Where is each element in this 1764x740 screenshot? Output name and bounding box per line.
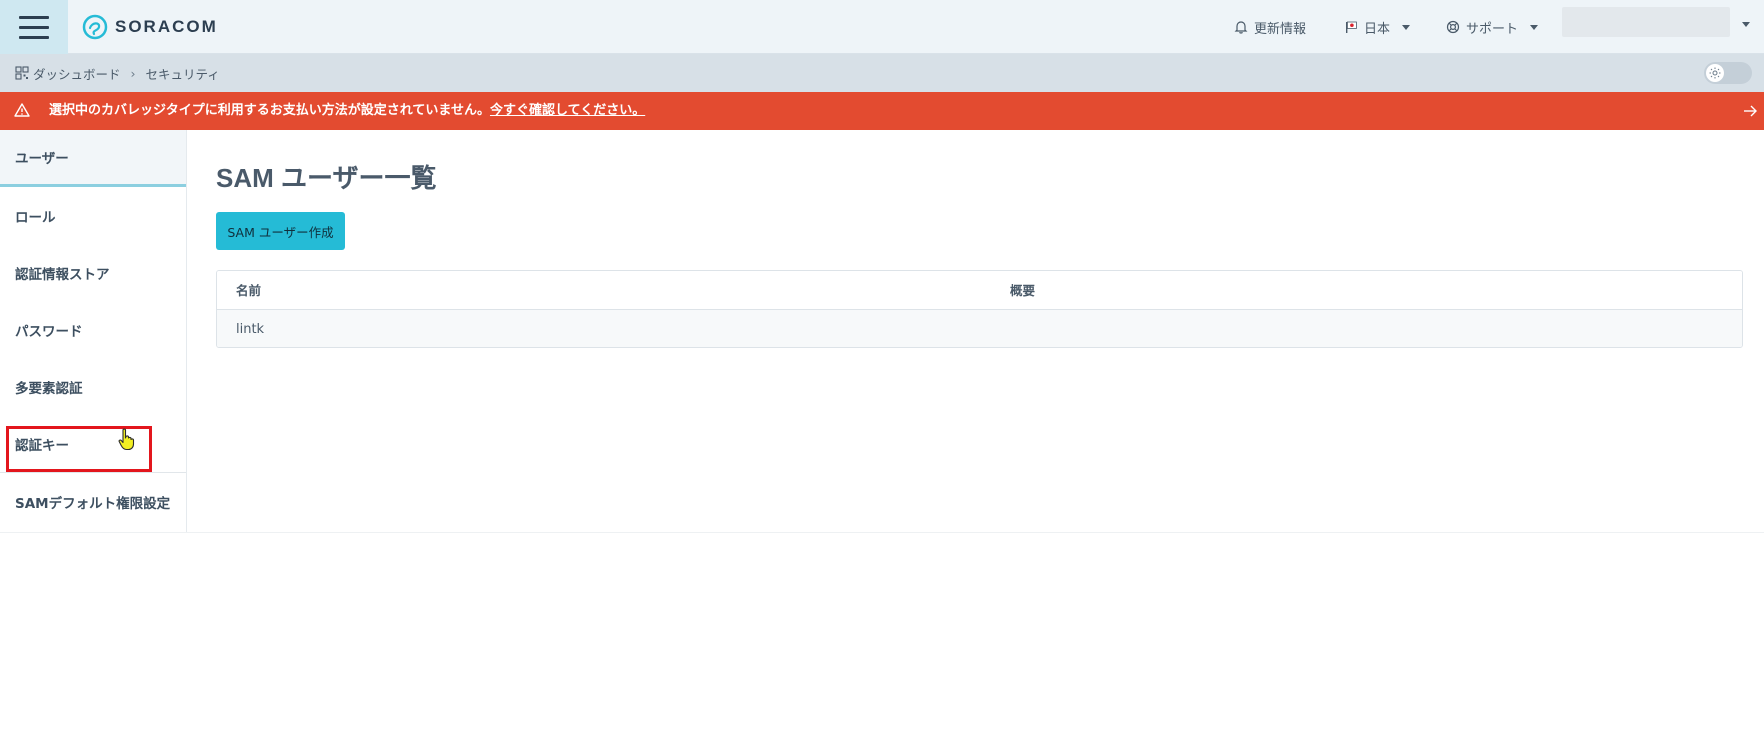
japan-flag-icon: [1346, 21, 1357, 33]
sidebar-item-label: ユーザー: [15, 151, 69, 167]
dashboard-grid-icon: [15, 66, 29, 80]
menu-bar: [19, 25, 49, 29]
sidebar-item-label: SAMデフォルト権限設定: [15, 495, 171, 512]
sidebar-item-credential-store[interactable]: 認証情報ストア: [0, 244, 186, 301]
sidebar-item-password[interactable]: パスワード: [0, 301, 186, 358]
sidebar-item-roles[interactable]: ロール: [0, 187, 186, 244]
logo-text: SORACOM: [115, 17, 218, 36]
column-header-description[interactable]: 概要: [1010, 271, 1035, 310]
bell-icon: [1234, 21, 1248, 34]
sidebar-item-label: 多要素認証: [15, 380, 83, 397]
hamburger-menu-button[interactable]: [0, 0, 68, 54]
alert-confirm-link[interactable]: 今すぐ確認してください。: [490, 103, 645, 118]
menu-bar: [19, 15, 49, 19]
support-label: サポート: [1466, 21, 1519, 37]
chevron-down-icon: [1530, 24, 1539, 30]
account-menu[interactable]: [1562, 7, 1730, 37]
sidebar-item-label: 認証情報ストア: [15, 266, 110, 283]
content-bottom-divider: [0, 532, 1764, 533]
support-menu[interactable]: サポート: [1446, 0, 1539, 54]
table-row[interactable]: lintk: [217, 310, 1742, 347]
chevron-down-icon: [1402, 24, 1411, 30]
column-header-name[interactable]: 名前: [236, 271, 261, 310]
menu-bar: [19, 35, 49, 39]
arrow-right-icon[interactable]: [1742, 103, 1758, 119]
soracom-logo[interactable]: SORACOM: [82, 12, 218, 42]
updates-link[interactable]: 更新情報: [1234, 0, 1306, 54]
sidebar-item-mfa[interactable]: 多要素認証: [0, 358, 186, 415]
breadcrumb-dashboard-link[interactable]: ダッシュボード: [33, 64, 121, 83]
sam-users-table: 名前 概要 lintk: [216, 270, 1743, 348]
alert-message: 選択中のカバレッジタイプに利用するお支払い方法が設定されていません。: [49, 103, 490, 118]
language-label: 日本: [1364, 21, 1391, 37]
account-chevron-down-icon[interactable]: [1742, 22, 1750, 27]
page-title: SAM ユーザー一覧: [216, 163, 437, 193]
updates-label: 更新情報: [1254, 21, 1307, 37]
sidebar-item-label: パスワード: [15, 323, 83, 340]
sun-icon: [1706, 64, 1724, 82]
top-header: SORACOM 更新情報 日本 サポート: [0, 0, 1764, 54]
lifebuoy-icon: [1446, 20, 1460, 34]
table-header: 名前 概要: [217, 271, 1742, 310]
breadcrumb-current: セキュリティ: [145, 66, 220, 82]
breadcrumb: ダッシュボード › セキュリティ: [0, 54, 1764, 92]
language-selector[interactable]: 日本: [1344, 0, 1411, 54]
sidebar-item-label: ロール: [15, 209, 56, 226]
hand-pointer-cursor-icon: [118, 428, 135, 451]
sidebar-item-users[interactable]: ユーザー: [0, 130, 186, 187]
payment-alert-banner: 選択中のカバレッジタイプに利用するお支払い方法が設定されていません。今すぐ確認し…: [0, 92, 1764, 130]
create-sam-user-button[interactable]: SAM ユーザー作成: [216, 212, 345, 250]
chevron-right-icon: ›: [130, 65, 136, 81]
cell-user-name: lintk: [236, 322, 265, 337]
sidebar-item-sam-default-permissions[interactable]: SAMデフォルト権限設定: [0, 473, 186, 530]
warning-icon: [14, 103, 30, 117]
soracom-logo-icon: [82, 14, 108, 40]
theme-toggle[interactable]: [1704, 62, 1752, 84]
